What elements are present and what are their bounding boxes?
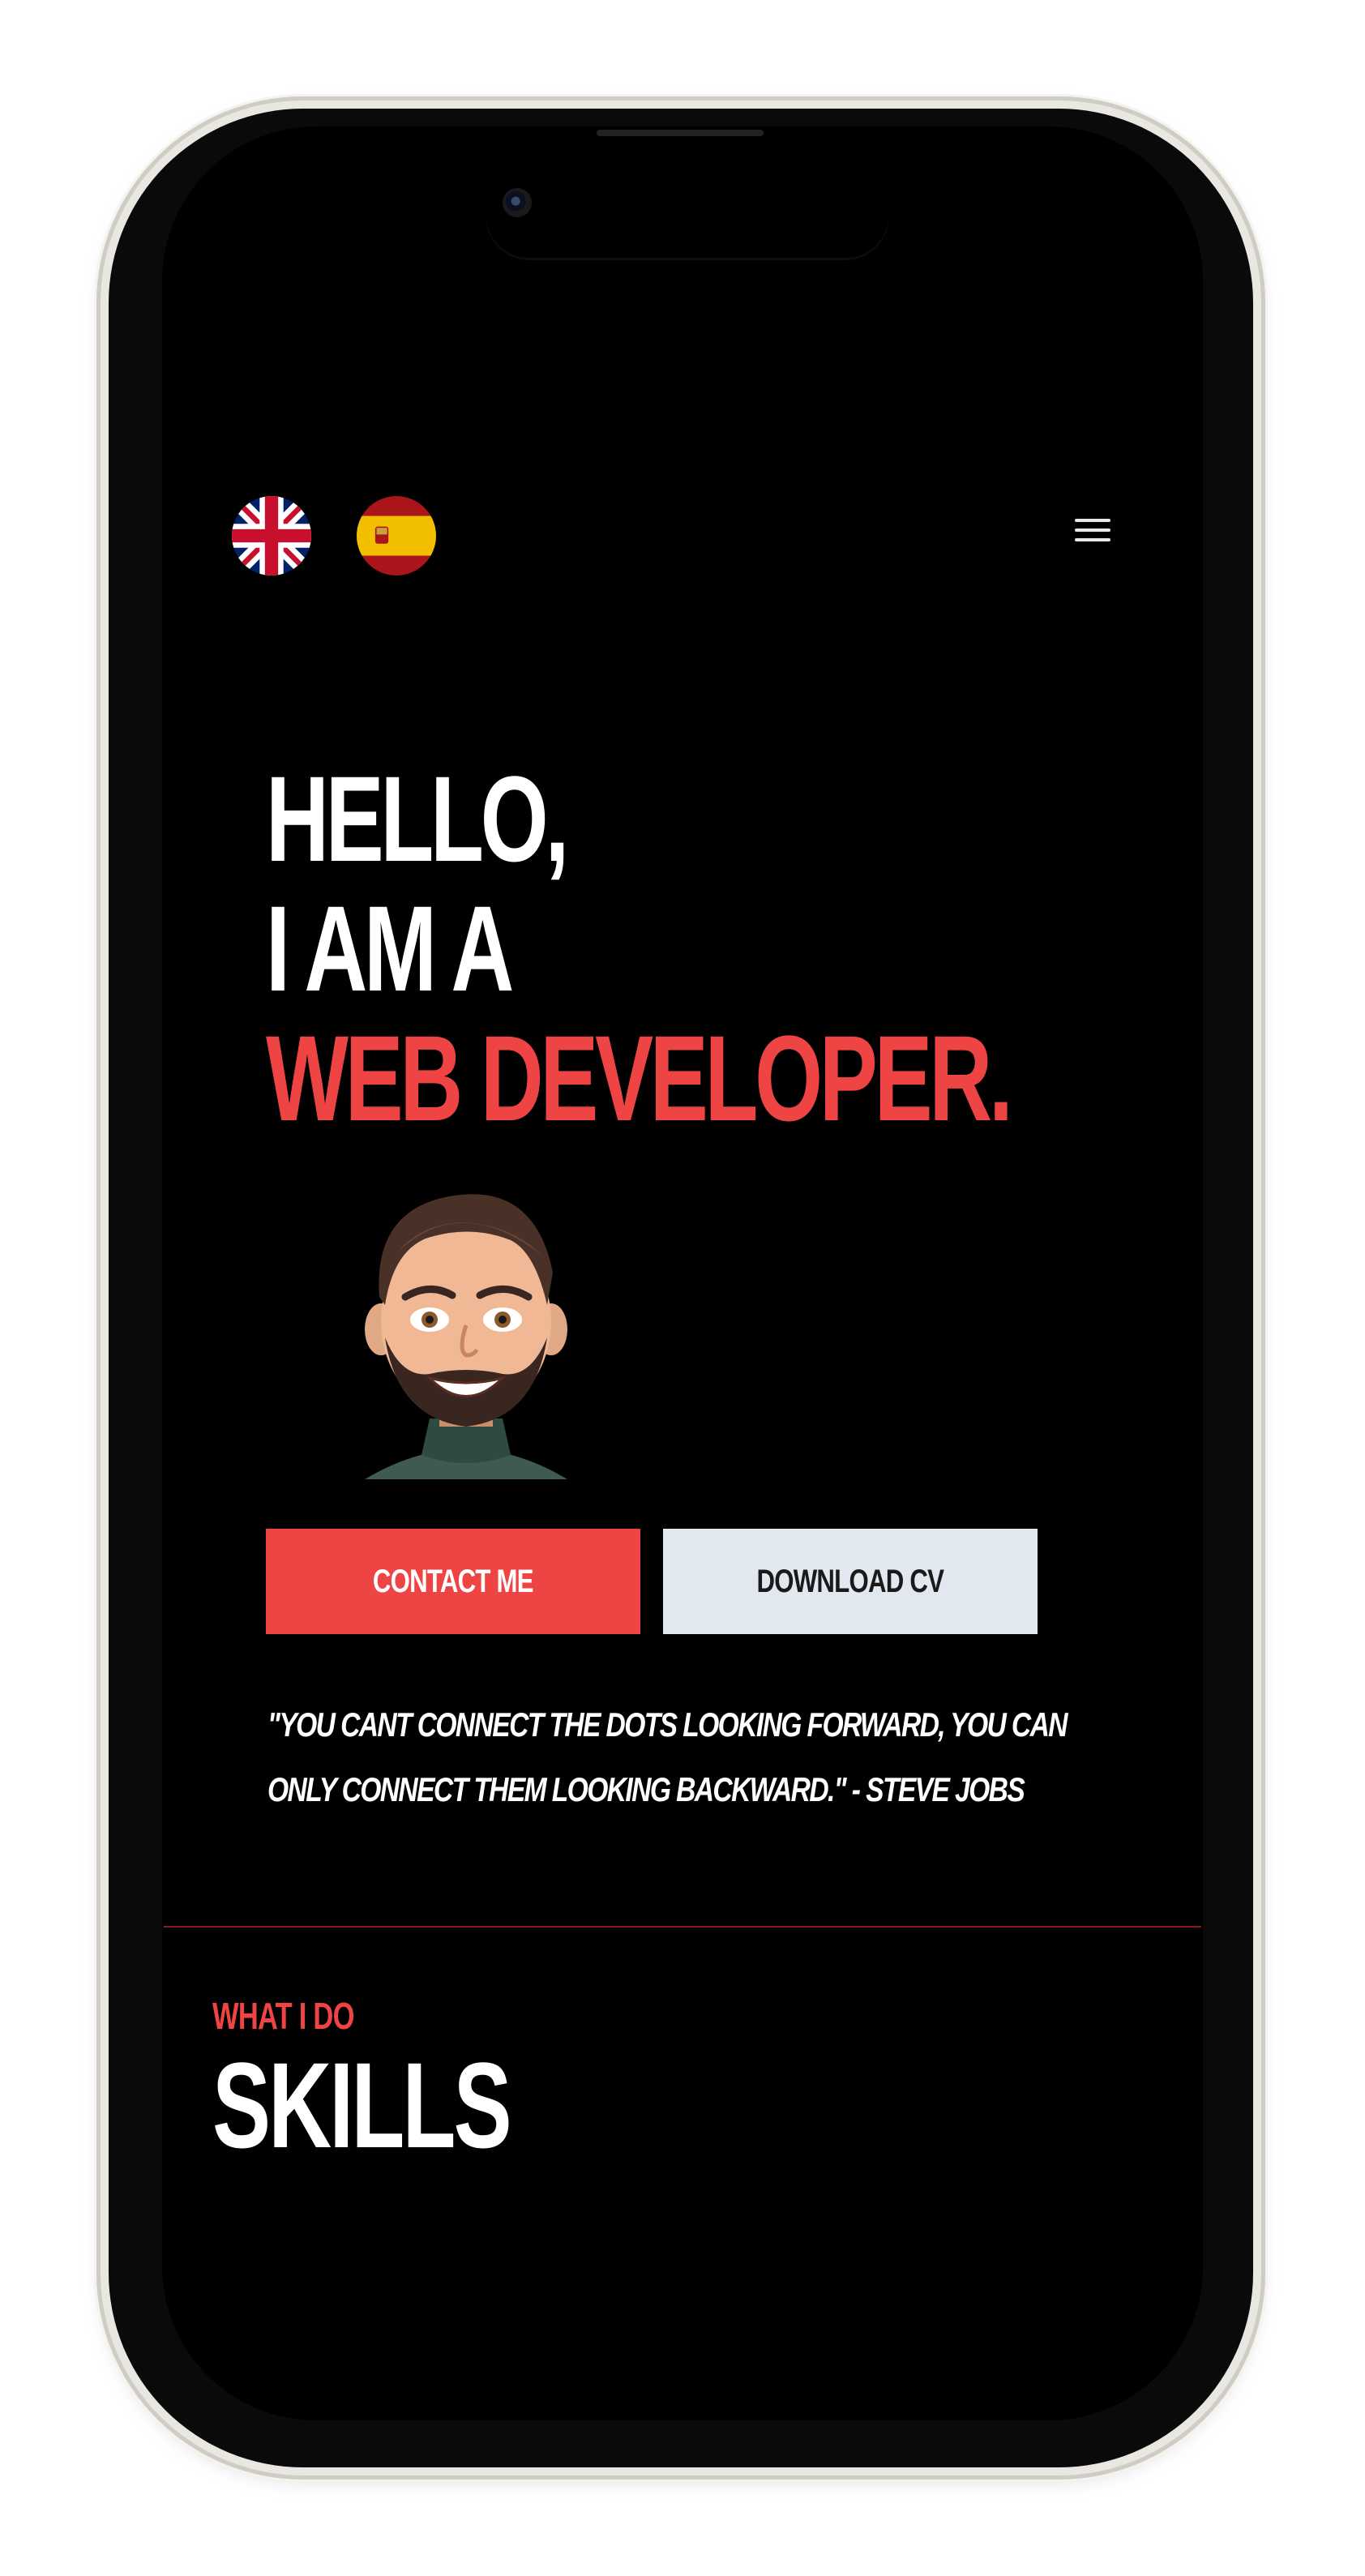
hamburger-menu-icon[interactable]: [1075, 519, 1110, 548]
power-button: [1253, 746, 1266, 1007]
contact-me-label: CONTACT ME: [373, 1563, 534, 1599]
phone-notch: [486, 126, 888, 258]
hero-line-role: WEB DEVELOPER.: [266, 1010, 1013, 1146]
spain-flag-icon[interactable]: [357, 496, 436, 576]
hero-quote: "YOU CANT CONNECT THE DOTS LOOKING FORWA…: [267, 1705, 1068, 1808]
download-cv-button[interactable]: DOWNLOAD CV: [663, 1529, 1038, 1634]
uk-flag-icon[interactable]: [232, 496, 311, 576]
phone-speaker: [597, 130, 764, 136]
skills-title: SKILLS: [212, 2037, 512, 2173]
hero-line-i-am: I AM A: [266, 880, 514, 1016]
skills-eyebrow: WHAT I DO: [212, 1995, 354, 2037]
front-camera: [503, 188, 532, 217]
section-divider: [164, 1926, 1201, 1928]
hero-line-hello: HELLO,: [266, 751, 569, 887]
hero-heading: HELLO, I AM A WEB DEVELOPER.: [266, 751, 1013, 1146]
contact-me-button[interactable]: CONTACT ME: [266, 1529, 640, 1634]
memoji-avatar: [349, 1175, 584, 1483]
download-cv-label: DOWNLOAD CV: [756, 1563, 944, 1599]
